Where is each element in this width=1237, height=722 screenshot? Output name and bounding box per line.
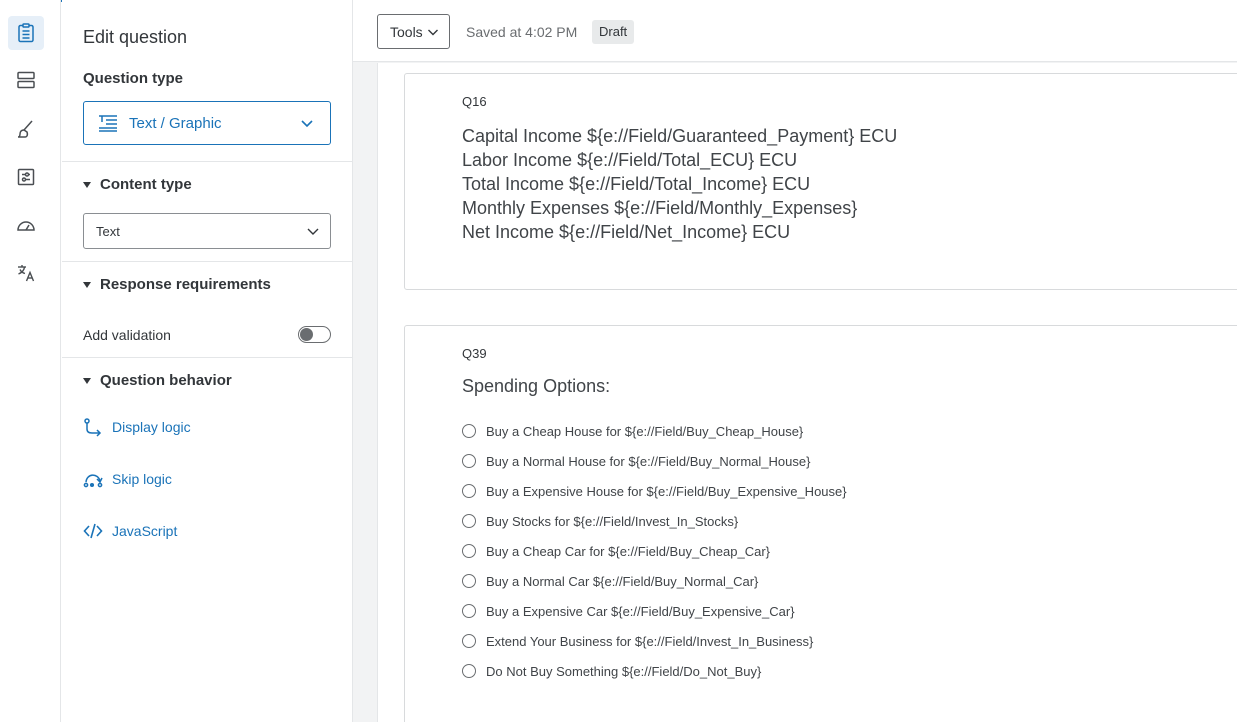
choice-list: Buy a Cheap House for ${e://Field/Buy_Ch… [462, 416, 847, 686]
text-line: Total Income ${e://Field/Total_Income} E… [462, 174, 811, 194]
radio-button[interactable] [462, 574, 476, 588]
question-behavior-header[interactable]: Question behavior [83, 372, 232, 389]
display-logic-link[interactable]: Display logic [83, 417, 191, 437]
javascript-label: JavaScript [112, 523, 178, 539]
content-type-value: Text [96, 223, 120, 239]
choice-label: Buy Stocks for ${e://Field/Invest_In_Sto… [486, 513, 739, 529]
question-type-label: Question type [83, 70, 184, 87]
radio-button[interactable] [462, 484, 476, 498]
radio-button[interactable] [462, 604, 476, 618]
divider [62, 261, 352, 262]
choice-label: Buy a Expensive House for ${e://Field/Bu… [486, 483, 847, 499]
choice-option[interactable]: Buy Stocks for ${e://Field/Invest_In_Sto… [462, 506, 847, 536]
add-validation-label: Add validation [83, 327, 171, 343]
toggle-knob [300, 328, 313, 341]
edit-question-panel: Edit question Question type Text / Graph… [62, 0, 352, 722]
response-requirements-header[interactable]: Response requirements [83, 276, 271, 293]
text-line: Net Income ${e://Field/Net_Income} ECU [462, 222, 791, 242]
caret-down-icon [83, 377, 91, 384]
choice-option[interactable]: Do Not Buy Something ${e://Field/Do_Not_… [462, 656, 847, 686]
panel-title: Edit question [83, 27, 188, 47]
chevron-down-icon [428, 29, 438, 36]
status-badge: Draft [592, 20, 635, 44]
question-number: Q39 [462, 346, 487, 361]
response-requirements-label: Response requirements [100, 276, 271, 293]
skip-logic-icon [83, 474, 103, 488]
look-and-feel-icon[interactable] [8, 112, 44, 146]
caret-down-icon [83, 181, 91, 188]
chevron-down-icon [301, 120, 313, 128]
text-graphic-icon [99, 115, 117, 132]
tools-button[interactable]: Tools [377, 14, 450, 49]
text-line: Monthly Expenses ${e://Field/Monthly_Exp… [462, 198, 858, 218]
choice-option[interactable]: Buy a Expensive Car ${e://Field/Buy_Expe… [462, 596, 847, 626]
question-type-value: Text / Graphic [129, 114, 222, 132]
question-card-q39[interactable]: Q39 Spending Options: Buy a Cheap House … [404, 325, 1237, 722]
skip-logic-label: Skip logic [112, 471, 172, 487]
choice-option[interactable]: Extend Your Business for ${e://Field/Inv… [462, 626, 847, 656]
choice-label: Buy a Normal House for ${e://Field/Buy_N… [486, 453, 811, 469]
chevron-down-icon [307, 228, 319, 235]
toolbar: Tools Saved at 4:02 PM Draft [353, 0, 1237, 62]
gauge-icon[interactable] [8, 209, 44, 243]
main-area: Tools Saved at 4:02 PM Draft Q16 Capital… [352, 0, 1237, 722]
choice-label: Buy a Cheap House for ${e://Field/Buy_Ch… [486, 423, 804, 439]
choice-option[interactable]: Buy a Cheap Car for ${e://Field/Buy_Chea… [462, 536, 847, 566]
radio-button[interactable] [462, 664, 476, 678]
survey-flow-icon[interactable] [8, 160, 44, 194]
canvas-gutter [353, 63, 378, 722]
add-validation-toggle[interactable] [298, 326, 331, 343]
survey-icon[interactable] [8, 16, 44, 50]
choice-option[interactable]: Buy a Expensive House for ${e://Field/Bu… [462, 476, 847, 506]
choice-option[interactable]: Buy a Normal Car ${e://Field/Buy_Normal_… [462, 566, 847, 596]
code-icon [83, 523, 103, 539]
text-line: Labor Income ${e://Field/Total_ECU} ECU [462, 150, 798, 170]
choice-option[interactable]: Buy a Normal House for ${e://Field/Buy_N… [462, 446, 847, 476]
display-logic-icon [84, 418, 102, 437]
saved-status: Saved at 4:02 PM [466, 24, 578, 40]
radio-button[interactable] [462, 544, 476, 558]
blocks-icon[interactable] [8, 63, 44, 97]
choice-label: Extend Your Business for ${e://Field/Inv… [486, 633, 814, 649]
survey-editor: Edit question Question type Text / Graph… [0, 0, 1237, 722]
tools-label: Tools [390, 23, 423, 40]
radio-button[interactable] [462, 454, 476, 468]
content-type-header-label: Content type [100, 176, 192, 193]
question-type-select[interactable]: Text / Graphic [83, 101, 331, 145]
question-title: Spending Options: [462, 376, 611, 396]
question-number: Q16 [462, 94, 487, 109]
javascript-link[interactable]: JavaScript [83, 521, 177, 541]
skip-logic-link[interactable]: Skip logic [83, 469, 172, 489]
radio-button[interactable] [462, 514, 476, 528]
radio-button[interactable] [462, 634, 476, 648]
choice-label: Buy a Cheap Car for ${e://Field/Buy_Chea… [486, 543, 771, 559]
divider [62, 357, 352, 358]
choice-label: Buy a Expensive Car ${e://Field/Buy_Expe… [486, 603, 795, 619]
display-logic-label: Display logic [112, 419, 191, 435]
question-card-q16[interactable]: Q16 Capital Income ${e://Field/Guarantee… [404, 73, 1237, 290]
caret-down-icon [83, 281, 91, 288]
content-type-select[interactable]: Text [83, 213, 331, 249]
choice-label: Buy a Normal Car ${e://Field/Buy_Normal_… [486, 573, 759, 589]
text-line: Capital Income ${e://Field/Guaranteed_Pa… [462, 126, 898, 146]
survey-canvas: Q16 Capital Income ${e://Field/Guarantee… [353, 63, 1237, 722]
translate-icon[interactable] [8, 256, 44, 290]
icon-rail [0, 0, 61, 722]
radio-button[interactable] [462, 424, 476, 438]
question-behavior-label: Question behavior [100, 372, 232, 389]
choice-label: Do Not Buy Something ${e://Field/Do_Not_… [486, 663, 762, 679]
content-type-header[interactable]: Content type [83, 176, 192, 193]
choice-option[interactable]: Buy a Cheap House for ${e://Field/Buy_Ch… [462, 416, 847, 446]
divider [62, 161, 352, 162]
question-text: Capital Income ${e://Field/Guaranteed_Pa… [462, 124, 897, 244]
